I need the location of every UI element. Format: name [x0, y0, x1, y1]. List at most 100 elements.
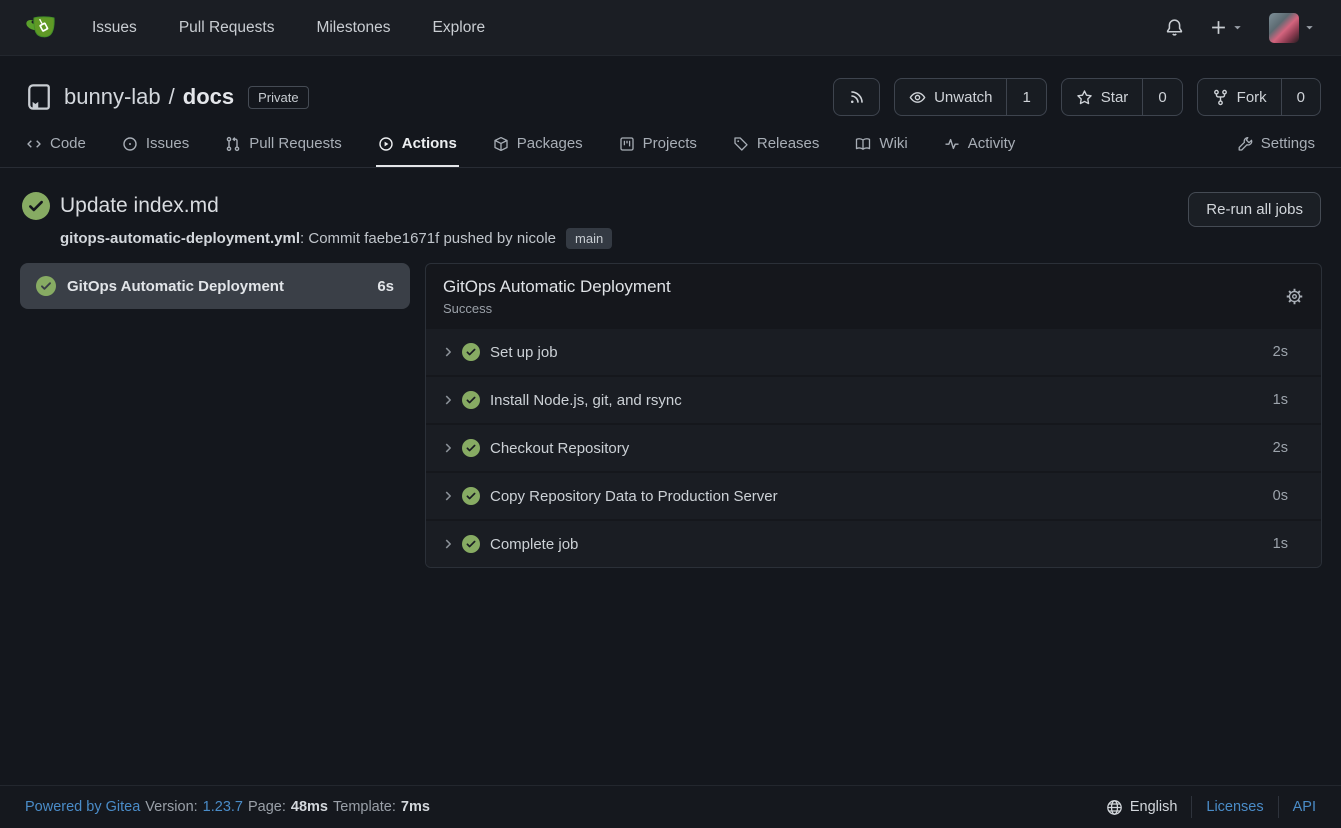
version-link[interactable]: 1.23.7: [203, 799, 243, 815]
tab-wiki[interactable]: Wiki: [853, 122, 909, 167]
tab-code[interactable]: Code: [24, 122, 88, 167]
step-duration: 1s: [1273, 392, 1288, 408]
nav-milestones[interactable]: Milestones: [316, 19, 390, 37]
star-button[interactable]: Star: [1062, 79, 1143, 115]
step-row-install-node[interactable]: Install Node.js, git, and rsync 1s: [426, 375, 1321, 423]
breadcrumb: bunny-lab / docs: [64, 84, 234, 110]
repo-title-row: bunny-lab / docs Private Unwatch: [24, 78, 1321, 116]
branch-badge[interactable]: main: [566, 228, 612, 249]
tab-packages[interactable]: Packages: [491, 122, 585, 167]
avatar[interactable]: [1269, 13, 1299, 43]
page-label: Page:: [248, 799, 286, 815]
success-check-icon: [462, 391, 480, 409]
unwatch-button[interactable]: Unwatch: [895, 79, 1006, 115]
steps-list: Set up job 2s Install Node.js, git, and …: [426, 327, 1321, 567]
repo-owner-link[interactable]: bunny-lab: [64, 84, 161, 110]
watchers-count[interactable]: 1: [1006, 79, 1045, 115]
job-status-text: Success: [443, 301, 671, 316]
footer-right: English Licenses API: [1106, 796, 1316, 818]
powered-by-gitea-link[interactable]: Powered by Gitea: [25, 799, 140, 815]
success-check-icon: [462, 343, 480, 361]
star-button-group: Star 0: [1061, 78, 1183, 116]
notifications-bell-icon[interactable]: [1165, 18, 1184, 37]
tab-projects[interactable]: Projects: [617, 122, 699, 167]
user-menu[interactable]: [1269, 13, 1315, 43]
chevron-down-icon: [1304, 22, 1315, 33]
tab-pull-requests[interactable]: Pull Requests: [223, 122, 344, 167]
language-selector[interactable]: English: [1106, 799, 1178, 816]
forks-count[interactable]: 0: [1281, 79, 1320, 115]
pulse-icon: [944, 136, 960, 152]
run-head-left: Update index.md gitops-automatic-deploym…: [22, 192, 612, 249]
tab-settings[interactable]: Settings: [1235, 122, 1317, 167]
template-label: Template:: [333, 799, 396, 815]
star-icon: [1076, 89, 1093, 106]
step-name: Copy Repository Data to Production Serve…: [490, 488, 1273, 505]
empty-space: [0, 568, 1341, 785]
footer: Powered by Gitea Version: 1.23.7 Page: 4…: [0, 785, 1341, 828]
tab-activity[interactable]: Activity: [942, 122, 1018, 167]
private-badge: Private: [248, 86, 308, 109]
api-link[interactable]: API: [1293, 799, 1316, 815]
watch-button-group: Unwatch 1: [894, 78, 1047, 116]
rss-icon: [848, 89, 865, 106]
create-new-button[interactable]: [1210, 19, 1243, 36]
step-row-copy-data[interactable]: Copy Repository Data to Production Serve…: [426, 471, 1321, 519]
step-duration: 1s: [1273, 536, 1288, 552]
step-duration: 2s: [1273, 344, 1288, 360]
success-check-icon: [36, 276, 56, 296]
play-circle-icon: [378, 136, 394, 152]
nav-explore[interactable]: Explore: [433, 19, 486, 37]
step-duration: 0s: [1273, 488, 1288, 504]
stars-count[interactable]: 0: [1142, 79, 1181, 115]
nav-pull-requests[interactable]: Pull Requests: [179, 19, 275, 37]
top-navbar: Issues Pull Requests Milestones Explore: [0, 0, 1341, 56]
tab-actions[interactable]: Actions: [376, 122, 459, 167]
rerun-all-jobs-button[interactable]: Re-run all jobs: [1188, 192, 1321, 227]
job-duration: 6s: [377, 278, 394, 295]
job-list-item[interactable]: GitOps Automatic Deployment 6s: [20, 263, 410, 309]
job-list: GitOps Automatic Deployment 6s: [20, 263, 410, 309]
nav-issues[interactable]: Issues: [92, 19, 137, 37]
globe-icon: [1106, 799, 1123, 816]
success-check-icon: [22, 192, 50, 220]
job-detail-title: GitOps Automatic Deployment: [443, 277, 671, 297]
navbar-links: Issues Pull Requests Milestones Explore: [92, 19, 485, 37]
repo-name-link[interactable]: docs: [183, 84, 234, 110]
workflow-file-link[interactable]: gitops-automatic-deployment.yml: [60, 230, 300, 247]
repo-header: bunny-lab / docs Private Unwatch: [0, 56, 1341, 116]
page-time: 48ms: [291, 799, 328, 815]
navbar-right: [1165, 13, 1315, 43]
step-row-complete-job[interactable]: Complete job 1s: [426, 519, 1321, 567]
licenses-link[interactable]: Licenses: [1206, 799, 1263, 815]
step-row-checkout[interactable]: Checkout Repository 2s: [426, 423, 1321, 471]
fork-icon: [1212, 89, 1229, 106]
divider: [1278, 796, 1279, 818]
gitea-logo-icon[interactable]: [24, 10, 60, 46]
job-detail-panel: GitOps Automatic Deployment Success Set …: [425, 263, 1322, 568]
fork-button[interactable]: Fork: [1198, 79, 1281, 115]
tools-icon: [1237, 136, 1253, 152]
step-row-setup-job[interactable]: Set up job 2s: [426, 327, 1321, 375]
chevron-down-icon: [1232, 22, 1243, 33]
chevron-right-icon: [441, 537, 455, 551]
success-check-icon: [462, 439, 480, 457]
version-label: Version:: [145, 799, 197, 815]
tab-releases[interactable]: Releases: [731, 122, 822, 167]
template-time: 7ms: [401, 799, 430, 815]
repo-action-buttons: Unwatch 1 Star 0: [833, 78, 1321, 116]
gear-icon[interactable]: [1285, 287, 1304, 306]
repo-book-icon: [24, 82, 54, 112]
run-title: Update index.md: [60, 194, 219, 218]
job-detail-header: GitOps Automatic Deployment Success: [426, 264, 1321, 327]
package-icon: [493, 136, 509, 152]
rss-feed-button[interactable]: [833, 78, 880, 116]
step-name: Install Node.js, git, and rsync: [490, 392, 1273, 409]
run-body: GitOps Automatic Deployment 6s GitOps Au…: [0, 249, 1341, 568]
workflow-run-header: Update index.md gitops-automatic-deploym…: [0, 168, 1341, 249]
success-check-icon: [462, 487, 480, 505]
tab-issues[interactable]: Issues: [120, 122, 191, 167]
code-icon: [26, 136, 42, 152]
pull-request-icon: [225, 136, 241, 152]
repo-tab-bar: Code Issues Pull Requests Actions Packag…: [0, 122, 1341, 168]
